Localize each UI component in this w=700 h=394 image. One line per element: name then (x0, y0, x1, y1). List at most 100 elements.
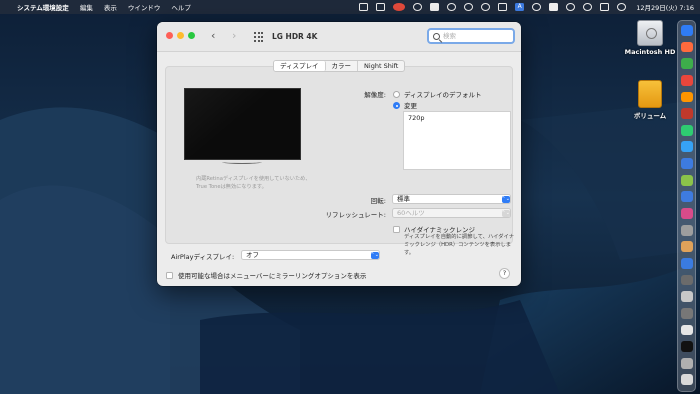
search-field[interactable] (427, 28, 515, 44)
dock-app-icon[interactable] (680, 324, 693, 336)
display-stand (222, 160, 262, 164)
desktop-icon-label: ボリューム (633, 112, 667, 120)
back-arrow-icon[interactable]: ‹ (211, 29, 215, 42)
system-preferences-window: ‹ › LG HDR 4K 内蔵Retinaディスプレイを使用していないため、T… (157, 22, 521, 286)
wifi-icon[interactable] (566, 3, 576, 11)
circle-status-icon[interactable] (447, 3, 457, 11)
status-area: A 12月29日(火) 7:16 (351, 0, 694, 14)
radio-label: 変更 (404, 102, 417, 110)
dock-app-icon[interactable] (680, 91, 693, 103)
spotlight-icon[interactable] (583, 3, 593, 11)
screen-icon[interactable] (359, 3, 369, 11)
dock-app-icon[interactable] (680, 74, 693, 86)
menu-clock[interactable]: 12月29日(火) 7:16 (636, 2, 694, 12)
dock-app-icon[interactable] (680, 374, 693, 386)
airplay-dropdown[interactable]: オフ ⌃⌄ (241, 250, 380, 260)
desktop-icon-label: Macintosh HD (624, 48, 676, 56)
mirroring-checkbox-row[interactable]: 使用可能な場合はメニューバーにミラーリングオプションを表示 (166, 270, 366, 280)
hard-drive-icon (637, 20, 663, 46)
dock-app-icon[interactable] (680, 108, 693, 120)
dock-app-icon[interactable] (680, 158, 693, 169)
menu-bar: システム環境設定 編集 表示 ウインドウ ヘルプ A 12月29日(火) 7:1… (0, 0, 700, 14)
true-tone-notice: 内蔵Retinaディスプレイを使用していないため、True Toneは無効になり… (196, 176, 311, 190)
battery-icon[interactable] (549, 3, 559, 11)
pin-icon[interactable] (481, 3, 491, 11)
dock-app-icon[interactable] (680, 224, 693, 236)
menu-help[interactable]: ヘルプ (171, 2, 191, 12)
search-icon (433, 32, 440, 40)
rotation-dropdown[interactable]: 標準 ⌃⌄ (392, 194, 511, 204)
sync-icon[interactable] (413, 3, 423, 11)
dock-app-icon[interactable] (680, 241, 693, 253)
minimize-button[interactable] (177, 32, 184, 39)
mirroring-label: 使用可能な場合はメニューバーにミラーリングオプションを表示 (178, 272, 367, 280)
dock-app-icon[interactable] (680, 191, 693, 203)
menu-edit[interactable]: 編集 (80, 2, 93, 12)
tab-bar: ディスプレイ カラー Night Shift (273, 60, 406, 72)
radio-label: ディスプレイのデフォルト (404, 91, 482, 99)
keyboard-icon[interactable] (498, 3, 508, 11)
chevron-up-down-icon: ⌃⌄ (370, 251, 379, 259)
refresh-rate-dropdown[interactable]: 60ヘルツ ⌃⌄ (392, 208, 511, 218)
input-method-icon[interactable]: A (515, 3, 525, 11)
menu-app-name[interactable]: システム環境設定 (17, 2, 69, 12)
dock-app-icon[interactable] (680, 257, 693, 269)
radio-button[interactable] (393, 90, 400, 98)
hdr-description: ディスプレイを自動的に調節して、ハイダイナミックレンジ（HDR）コンテンツを表示… (404, 234, 515, 256)
dock-app-icon[interactable] (680, 307, 693, 319)
resolution-list[interactable]: 720p (403, 111, 511, 170)
resolution-default-radio[interactable]: ディスプレイのデフォルト (393, 89, 482, 99)
siri-icon[interactable] (617, 3, 627, 11)
help-button[interactable]: ? (499, 268, 510, 279)
menu-window[interactable]: ウインドウ (128, 2, 161, 12)
forward-arrow-icon[interactable]: › (232, 29, 236, 42)
dropdown-value: 標準 (397, 195, 410, 203)
chevron-up-down-icon: ⌃⌄ (501, 209, 510, 217)
refresh-rate-label: リフレッシュレート: (325, 211, 386, 219)
zoom-button[interactable] (188, 32, 195, 39)
radio-button-selected[interactable] (393, 101, 400, 109)
tab-color[interactable]: カラー (326, 61, 359, 71)
airplay-label: AirPlayディスプレイ: (171, 253, 235, 261)
time-machine-icon[interactable] (464, 3, 474, 11)
window-title: LG HDR 4K (272, 32, 318, 41)
dock-app-icon[interactable] (680, 124, 693, 136)
dock-app-icon[interactable] (680, 174, 693, 186)
display-preview-image (184, 88, 301, 160)
dock-app-icon[interactable] (680, 58, 693, 70)
title-bar[interactable]: ‹ › LG HDR 4K (157, 22, 521, 52)
hdr-checkbox[interactable] (393, 225, 400, 233)
menu-view[interactable]: 表示 (104, 2, 117, 12)
dock-app-icon[interactable] (680, 341, 693, 353)
tab-night-shift[interactable]: Night Shift (358, 61, 404, 71)
show-all-grid-icon[interactable] (254, 32, 264, 42)
user-icon[interactable] (532, 3, 542, 11)
chevron-up-down-icon: ⌃⌄ (501, 195, 510, 203)
dock-app-icon[interactable] (680, 291, 693, 303)
external-drive-icon (638, 80, 662, 108)
dock-app-icon[interactable] (680, 357, 693, 369)
resolution-scaled-radio[interactable]: 変更 (393, 100, 417, 110)
dock-app-icon[interactable] (680, 208, 693, 219)
dock-app-icon[interactable] (680, 141, 693, 153)
dropdown-value: 60ヘルツ (397, 209, 425, 217)
desktop-icon-volume[interactable]: ボリューム (620, 80, 680, 120)
app-status-icon[interactable] (393, 3, 406, 11)
display-settings-panel: 内蔵Retinaディスプレイを使用していないため、True Toneは無効になり… (165, 66, 514, 256)
dock-app-icon[interactable] (680, 25, 693, 36)
dock (677, 20, 696, 392)
dock-app-icon[interactable] (680, 274, 693, 286)
tray-icon[interactable] (376, 3, 386, 11)
resolution-label: 解像度: (364, 91, 386, 99)
list-item[interactable]: 720p (404, 112, 510, 124)
rotation-label: 回転: (370, 197, 386, 205)
tab-display[interactable]: ディスプレイ (274, 61, 326, 71)
clipboard-icon[interactable] (430, 3, 440, 11)
mirroring-checkbox[interactable] (166, 271, 173, 279)
search-input[interactable] (443, 32, 509, 40)
dock-app-icon[interactable] (680, 41, 693, 53)
dropdown-value: オフ (246, 251, 259, 259)
control-center-icon[interactable] (600, 3, 610, 11)
desktop-icon-macintosh-hd[interactable]: Macintosh HD (620, 20, 680, 56)
close-button[interactable] (166, 32, 173, 39)
